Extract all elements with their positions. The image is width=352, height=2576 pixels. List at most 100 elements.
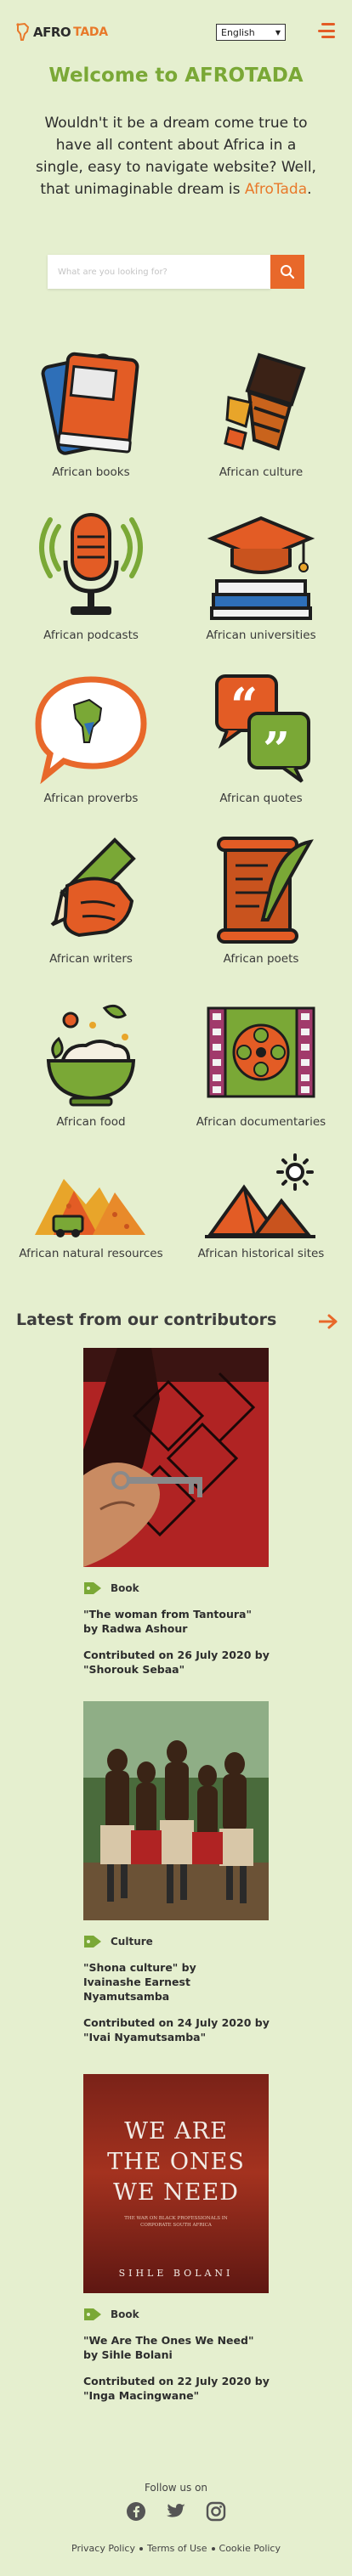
- books-icon: [41, 352, 139, 455]
- post-tag: Culture: [83, 1934, 270, 1949]
- logo-text-afro: AFRO: [33, 25, 71, 40]
- category-label: African historical sites: [197, 1247, 325, 1260]
- svg-text:”: ”: [263, 722, 290, 778]
- chevron-down-icon: ▼: [275, 28, 281, 37]
- twitter-icon[interactable]: [165, 2501, 187, 2522]
- film-reel-icon: [207, 1006, 315, 1098]
- category-label: African writers: [49, 952, 133, 966]
- search-input[interactable]: [48, 255, 270, 289]
- hamburger-menu-icon[interactable]: [318, 23, 335, 38]
- post-image[interactable]: WE ARE THE ONES WE NEED THE WAR ON BLACK…: [83, 2074, 269, 2293]
- post-tag-label: Book: [111, 1582, 139, 1594]
- microphone-icon: [39, 513, 143, 615]
- category-african-quotes[interactable]: “ ” African quotes: [176, 671, 346, 805]
- separator-dot: [211, 2547, 215, 2551]
- category-label: African food: [56, 1115, 126, 1129]
- page-title: Welcome to AFROTADA: [48, 65, 304, 87]
- category-label: African culture: [219, 465, 304, 479]
- category-label: African natural resources: [19, 1247, 163, 1260]
- footer-links: Privacy Policy Terms of Use Cookie Policy: [0, 2543, 352, 2554]
- language-select[interactable]: English ▼: [216, 24, 286, 41]
- food-bowl-icon: [46, 1004, 136, 1107]
- arrow-right-icon[interactable]: [319, 1314, 338, 1329]
- graduation-cap-icon: [207, 516, 315, 620]
- post-contributor: "Ivai Nyamutsamba": [83, 2031, 207, 2043]
- africa-logo-icon: [16, 22, 30, 41]
- tag-icon: [84, 2308, 101, 2320]
- pen-hand-icon: [50, 837, 136, 938]
- post-contributed: Contributed on 24 July 2020 by: [83, 2016, 270, 2029]
- hero-period: .: [307, 181, 312, 198]
- speech-bubble-icon: [35, 676, 147, 785]
- book-cover-author: SIHLE BOLANI: [118, 2268, 234, 2279]
- scroll-quill-icon: [217, 837, 314, 944]
- post-title[interactable]: "We Are The Ones We Need": [83, 2333, 270, 2348]
- category-african-documentaries[interactable]: African documentaries: [176, 996, 346, 1129]
- post-tag: Book: [83, 1581, 270, 1596]
- category-african-culture[interactable]: African culture: [176, 348, 346, 479]
- separator-dot: [139, 2547, 143, 2551]
- cookie-policy-link[interactable]: Cookie Policy: [219, 2543, 281, 2554]
- category-label: African poets: [223, 952, 299, 966]
- category-african-universities[interactable]: African universities: [176, 510, 346, 642]
- post-author: by Radwa Ashour: [83, 1622, 188, 1635]
- post-contributed: Contributed on 26 July 2020 by: [83, 1649, 270, 1661]
- post-photo-key-icon: [83, 1348, 269, 1567]
- mining-icon: [35, 1179, 145, 1237]
- post-photo-dancers-icon: [83, 1701, 269, 1920]
- category-label: African proverbs: [43, 792, 139, 805]
- privacy-policy-link[interactable]: Privacy Policy: [71, 2543, 135, 2554]
- quotes-icon: “ ”: [215, 674, 310, 783]
- post-author: by Sihle Bolani: [83, 2348, 173, 2361]
- category-african-writers[interactable]: African writers: [6, 835, 176, 966]
- language-value: English: [221, 26, 255, 38]
- search-bar: [48, 255, 304, 289]
- post-title[interactable]: "Shona culture" by: [83, 1960, 270, 1975]
- post-tag-label: Culture: [111, 1936, 153, 1948]
- post-image[interactable]: [83, 1348, 269, 1567]
- post-author: Ivainashe Earnest Nyamutsamba: [83, 1976, 190, 2003]
- post-card[interactable]: Book "The woman from Tantoura" by Radwa …: [83, 1348, 270, 1677]
- post-title[interactable]: "The woman from Tantoura": [83, 1607, 270, 1621]
- hero-brand: AfroTada: [244, 181, 308, 198]
- header: AFRO TADA English ▼: [0, 0, 352, 68]
- pyramids-icon: [205, 1153, 315, 1238]
- search-button[interactable]: [270, 255, 304, 289]
- logo-text-tada: TADA: [73, 25, 108, 39]
- post-contributed: Contributed on 22 July 2020 by: [83, 2375, 270, 2387]
- book-cover-line-3: WE NEED: [113, 2179, 239, 2206]
- category-label: African documentaries: [196, 1115, 326, 1129]
- post-tag-label: Book: [111, 2308, 139, 2320]
- category-african-poets[interactable]: African poets: [176, 835, 346, 966]
- category-label: African books: [52, 465, 130, 479]
- book-cover-line-1: WE ARE: [124, 2118, 228, 2145]
- book-cover-line-2: THE ONES: [107, 2149, 245, 2175]
- book-cover-subtitle: THE WAR ON BLACK PROFESSIONALS IN CORPOR…: [124, 2216, 228, 2228]
- category-african-podcasts[interactable]: African podcasts: [6, 510, 176, 642]
- drum-icon: [224, 352, 306, 451]
- category-african-food[interactable]: African food: [6, 996, 176, 1129]
- search-icon: [281, 265, 295, 279]
- category-label: African podcasts: [43, 628, 139, 642]
- post-tag: Book: [83, 2307, 270, 2322]
- category-african-natural-resources[interactable]: African natural resources: [6, 1153, 176, 1260]
- post-image[interactable]: [83, 1701, 269, 1920]
- tag-icon: [84, 1582, 101, 1594]
- category-label: African quotes: [219, 792, 303, 805]
- post-contributor: "Inga Macingwane": [83, 2389, 200, 2402]
- category-african-historical-sites[interactable]: African historical sites: [176, 1153, 346, 1260]
- category-african-books[interactable]: African books: [6, 348, 176, 479]
- hero-text: Wouldn't it be a dream come true to have…: [34, 112, 318, 200]
- category-label: African universities: [206, 628, 316, 642]
- instagram-icon[interactable]: [206, 2501, 226, 2522]
- category-african-proverbs[interactable]: African proverbs: [6, 671, 176, 805]
- facebook-icon[interactable]: [126, 2501, 146, 2522]
- social-links: [126, 2501, 226, 2522]
- section-title-latest: Latest from our contributors: [16, 1311, 277, 1329]
- post-contributor: "Shorouk Sebaa": [83, 1663, 185, 1676]
- post-card[interactable]: WE ARE THE ONES WE NEED THE WAR ON BLACK…: [83, 2074, 270, 2403]
- tag-icon: [84, 1936, 101, 1948]
- terms-of-use-link[interactable]: Terms of Use: [147, 2543, 207, 2554]
- post-card[interactable]: Culture "Shona culture" by Ivainashe Ear…: [83, 1701, 270, 2044]
- logo[interactable]: AFRO TADA: [15, 22, 108, 42]
